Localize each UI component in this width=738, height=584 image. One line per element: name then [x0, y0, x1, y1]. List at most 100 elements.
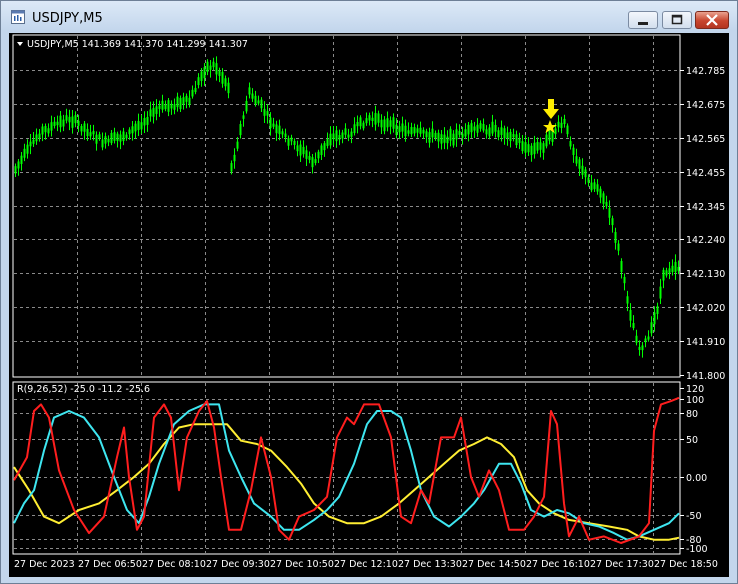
candle-body [101, 139, 104, 148]
candle-body [452, 133, 455, 146]
price-header-text: USDJPY,M5 141.369 141.370 141.299 141.30… [27, 39, 248, 50]
candle-body [140, 122, 143, 130]
collapse-triangle-icon[interactable] [17, 42, 23, 46]
candle-body [320, 145, 323, 156]
candle-body [83, 123, 86, 132]
candle-body [410, 127, 413, 135]
candle-body [173, 104, 176, 110]
candle-body [428, 132, 431, 143]
candle-body [302, 146, 305, 155]
candle-body [524, 142, 527, 153]
candle-body [503, 128, 506, 139]
candle-body [323, 143, 326, 151]
candle-body [122, 131, 125, 141]
candle-body [269, 117, 272, 129]
candle-body [230, 163, 233, 172]
minimize-button[interactable] [628, 11, 658, 29]
candle-body [131, 126, 134, 134]
candle-body [509, 131, 512, 142]
candle-body [341, 132, 344, 139]
candle-body [584, 169, 587, 178]
candle-body [14, 166, 17, 174]
candle-body [383, 119, 386, 132]
candle-body [254, 95, 257, 105]
minimize-icon [638, 22, 648, 25]
candle-body [179, 97, 182, 110]
candle-body [44, 126, 47, 133]
candle-body [164, 104, 167, 110]
candle-body [152, 107, 155, 117]
oscillator-tick-label: 100 [686, 395, 704, 406]
candle-body [470, 123, 473, 133]
oscillator-tick-label: 80 [686, 409, 698, 420]
chart-canvas[interactable]: USDJPY,M5 141.369 141.370 141.299 141.30… [9, 33, 729, 577]
candle-body [596, 184, 599, 192]
oscillator-header-text: R(9,26,52) -25.0 -11.2 -25.6 [17, 384, 150, 395]
candle-body [62, 119, 65, 127]
candle-body [32, 139, 35, 144]
candle-body [575, 156, 578, 164]
candle-body [623, 277, 626, 284]
candle-body [641, 345, 644, 351]
candle-body [587, 177, 590, 183]
candle-body [536, 142, 539, 151]
candle-body [278, 125, 281, 135]
candle-body [371, 117, 374, 122]
candle-body [110, 132, 113, 144]
candle-body [392, 117, 395, 129]
candle-body [281, 131, 284, 135]
candle-body [20, 155, 23, 164]
candle-body [614, 232, 617, 243]
window-title: USDJPY,M5 [32, 11, 103, 26]
title-bar[interactable]: USDJPY,M5 [1, 1, 737, 33]
candle-body [419, 127, 422, 134]
candle-body [467, 124, 470, 135]
candle-body [611, 218, 614, 226]
candle-body [95, 134, 98, 144]
oscillator-tick-label: 0.00 [686, 473, 707, 484]
candle-body [74, 115, 77, 124]
candle-body [248, 87, 251, 95]
candle-body [314, 159, 317, 164]
candle-body [104, 136, 107, 144]
price-tick-label: 142.675 [686, 100, 725, 111]
candle-body [26, 144, 29, 154]
candle-body [56, 121, 59, 126]
candle-body [389, 120, 392, 127]
candle-body [374, 113, 377, 125]
candle-body [209, 65, 212, 70]
candle-body [581, 165, 584, 175]
candle-body [488, 127, 491, 137]
candle-body [128, 129, 131, 135]
candle-body [35, 134, 38, 142]
candle-body [578, 159, 581, 169]
price-tick-label: 141.910 [686, 337, 725, 348]
oscillator-tick-label: -100 [686, 544, 708, 555]
candle-body [308, 155, 311, 160]
candle-body [224, 78, 227, 87]
candle-body [554, 128, 557, 135]
candle-body [482, 124, 485, 131]
candle-body [92, 131, 95, 135]
candle-body [197, 77, 200, 86]
candle-body [497, 130, 500, 138]
candle-body [29, 141, 32, 147]
time-tick-label: 27 Dec 14:50 [462, 559, 526, 570]
candle-body [521, 141, 524, 152]
chart-window-icon [11, 10, 25, 24]
candle-body [665, 270, 668, 276]
candle-body [368, 115, 371, 121]
maximize-button[interactable] [662, 11, 692, 29]
candle-body [515, 134, 518, 146]
candle-body [119, 134, 122, 142]
candle-body [326, 139, 329, 146]
candle-body [572, 147, 575, 155]
candle-body [407, 130, 410, 134]
candle-body [476, 124, 479, 133]
close-button[interactable] [695, 11, 729, 29]
chart-area[interactable]: USDJPY,M5 141.369 141.370 141.299 141.30… [9, 33, 729, 577]
oscillator-tick-label: 120 [686, 384, 704, 395]
price-header: USDJPY,M5 141.369 141.370 141.299 141.30… [17, 39, 248, 50]
chart-window: USDJPY,M5 USDJPY,M5 141.369 141.370 141.… [0, 0, 738, 584]
candle-body [137, 121, 140, 130]
